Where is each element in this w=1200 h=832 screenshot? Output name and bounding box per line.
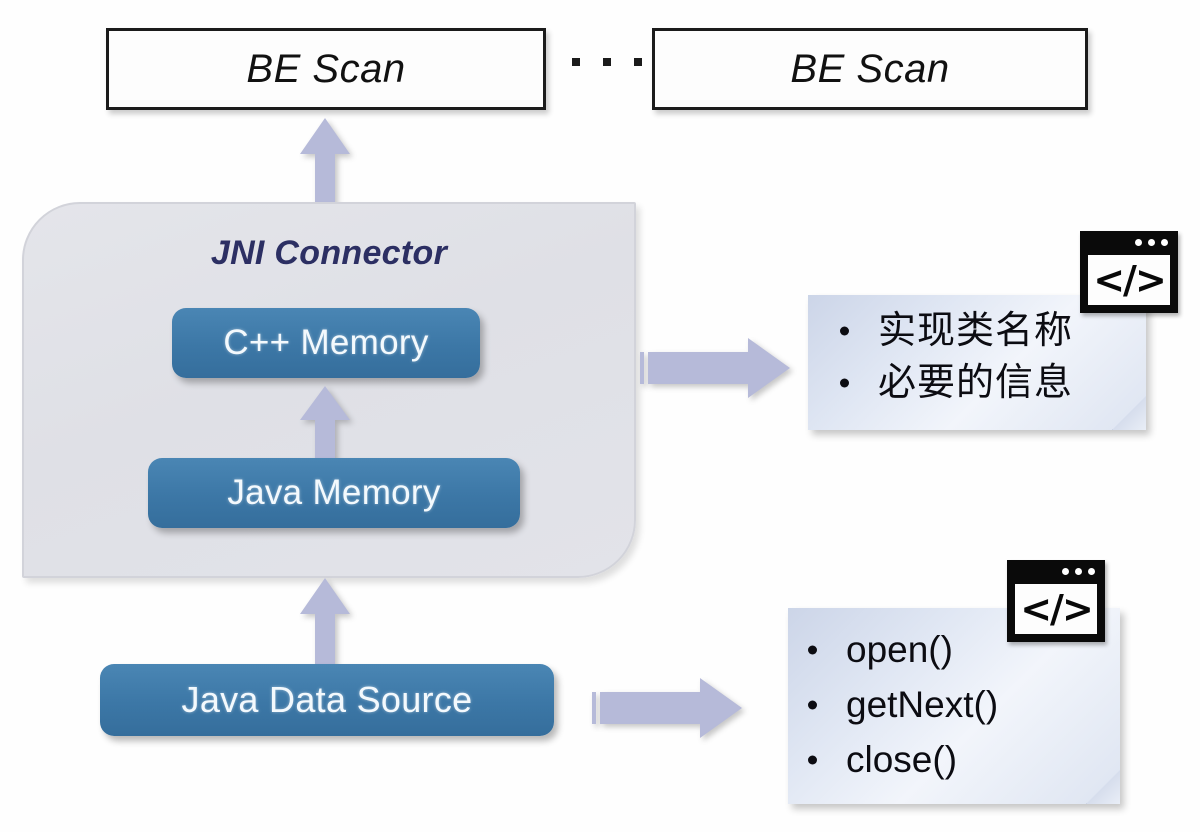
list-item: 实现类名称 — [840, 305, 1074, 357]
list-item: close() — [808, 732, 998, 787]
window-dots-icon — [1135, 239, 1168, 246]
window-dot — [1075, 568, 1082, 575]
code-window-icon-top: </> — [1080, 231, 1178, 313]
window-dot — [1161, 239, 1168, 246]
code-icon-screen: </> — [1088, 255, 1170, 305]
cpp-memory-label: C++ Memory — [223, 323, 429, 362]
ellipsis-dot — [603, 58, 611, 66]
ellipsis-dot — [634, 58, 642, 66]
list-item-label: getNext() — [846, 684, 999, 726]
window-dot — [1148, 239, 1155, 246]
be-scan-label-2: BE Scan — [790, 46, 950, 91]
cpp-memory-box[interactable]: C++ Memory — [172, 308, 480, 378]
list-item: getNext() — [808, 677, 999, 732]
jni-connector-title: JNI Connector — [210, 234, 448, 272]
java-data-source-label: Java Data Source — [181, 679, 473, 720]
bullet-icon — [840, 326, 849, 336]
list-item: open() — [808, 622, 998, 677]
code-glyph: </> — [1020, 587, 1094, 631]
window-dots-icon — [1062, 568, 1095, 575]
list-item-label: open() — [846, 629, 953, 670]
bullet-icon — [808, 700, 817, 710]
class-info-note[interactable]: 实现类名称 必要的信息 — [808, 295, 1146, 430]
be-scan-label-1: BE Scan — [246, 46, 406, 91]
bullet-icon — [808, 645, 817, 655]
window-dot — [1088, 568, 1095, 575]
be-scan-box-2[interactable]: BE Scan — [652, 28, 1088, 110]
note-fold-corner — [1086, 770, 1120, 804]
code-glyph: </> — [1093, 258, 1167, 302]
java-data-source-box[interactable]: Java Data Source — [100, 664, 554, 736]
arrow-cpp-memory-to-be-scan — [298, 118, 352, 208]
note-fold-corner — [1112, 396, 1146, 430]
list-item-label: 实现类名称 — [878, 310, 1074, 352]
code-window-icon-bottom: </> — [1007, 560, 1105, 642]
methods-note-list: open() getNext() close() — [808, 622, 999, 788]
be-scan-box-1[interactable]: BE Scan — [106, 28, 546, 110]
window-dot — [1062, 568, 1069, 575]
ellipsis-separator — [572, 42, 642, 82]
list-item: 必要的信息 — [840, 357, 1074, 409]
list-item-label: close() — [846, 739, 958, 781]
arrow-java-memory-to-cpp-memory — [298, 386, 352, 462]
bullet-icon — [840, 378, 849, 388]
list-item-label: 必要的信息 — [878, 362, 1074, 405]
arrow-connector-to-class-note — [640, 336, 792, 400]
diagram-canvas: BE Scan BE Scan JNI Connector C++ Memory… — [0, 0, 1200, 832]
bullet-icon — [808, 755, 817, 765]
code-icon-screen: </> — [1015, 584, 1097, 634]
ellipsis-dot — [572, 58, 580, 66]
arrow-data-source-to-java-memory — [298, 578, 352, 668]
window-dot — [1135, 239, 1142, 246]
java-memory-label: Java Memory — [227, 473, 441, 512]
java-memory-box[interactable]: Java Memory — [148, 458, 520, 528]
arrow-data-source-to-methods-note — [592, 676, 744, 740]
class-info-note-list: 实现类名称 必要的信息 — [840, 305, 1074, 410]
